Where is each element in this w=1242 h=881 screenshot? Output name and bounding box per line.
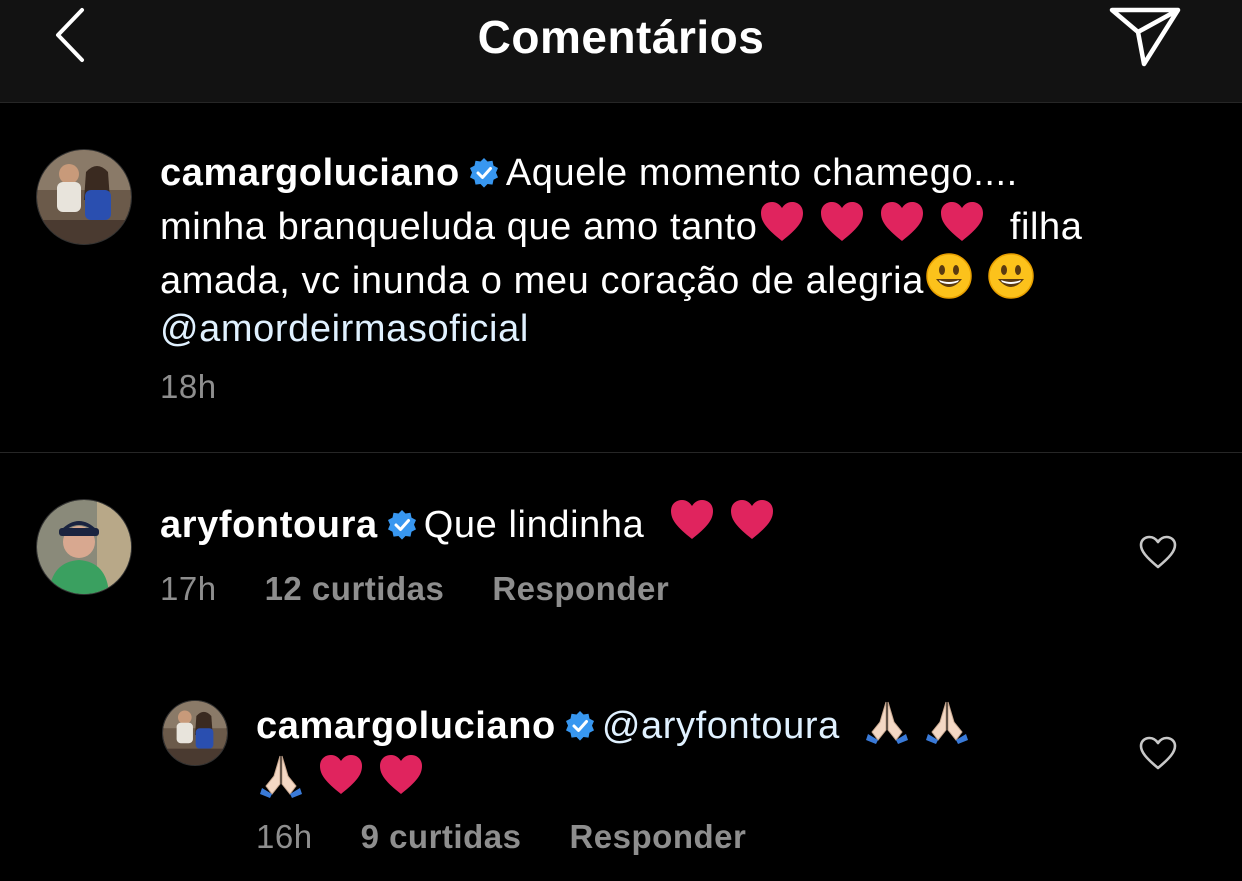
likes-count[interactable]: 9 curtidas — [361, 818, 522, 855]
smiley-icon — [988, 253, 1034, 299]
red-heart-icon — [881, 202, 924, 241]
caption-meta: 18h — [160, 368, 265, 406]
caption-timestamp: 18h — [160, 368, 217, 405]
divider — [0, 452, 1242, 453]
reply-mention[interactable]: @aryfontoura — [602, 705, 840, 747]
share-button[interactable] — [1106, 2, 1182, 70]
heart-outline-icon — [1139, 535, 1177, 569]
heart-outline-icon — [1139, 736, 1177, 770]
page-title: Comentários — [477, 11, 765, 63]
caption-line-2: minha branqueluda que amo tanto — [160, 206, 758, 248]
like-button[interactable] — [1138, 735, 1178, 771]
comment-timestamp: 17h — [160, 570, 217, 607]
comment-meta: 17h 12 curtidas Responder — [160, 570, 717, 608]
reply-meta: 16h 9 curtidas Responder — [256, 818, 794, 856]
red-heart-icon — [670, 500, 713, 539]
folded-hands-icon — [866, 701, 909, 744]
red-heart-icon — [821, 202, 864, 241]
couple-photo-avatar — [37, 150, 131, 244]
reply-timestamp: 16h — [256, 818, 313, 855]
like-button[interactable] — [1138, 534, 1178, 570]
caption-line-3: amada, vc inunda o meu coração de alegri… — [160, 260, 924, 302]
folded-hands-icon — [260, 755, 302, 798]
likes-count[interactable]: 12 curtidas — [265, 570, 445, 607]
red-heart-icon — [941, 202, 984, 241]
reply-text: camargoluciano @aryfontoura — [256, 696, 1056, 804]
avatar[interactable] — [162, 700, 228, 766]
post-caption: camargoluciano Aquele momento chamego....… — [0, 103, 1242, 451]
avatar[interactable] — [36, 149, 132, 245]
header: Comentários — [0, 0, 1242, 103]
comments-screen: Comentários camargoluciano Aquele momento… — [0, 0, 1242, 881]
comment-username[interactable]: aryfontoura — [160, 504, 378, 546]
folded-hands-icon — [926, 701, 969, 744]
caption-line-1: Aquele momento chamego.... — [505, 152, 1018, 194]
couple-photo-avatar — [163, 701, 227, 765]
avatar[interactable] — [36, 499, 132, 595]
paper-plane-icon — [1109, 7, 1181, 67]
caption-mention[interactable]: @amordeirmasoficial — [160, 308, 529, 350]
red-heart-icon — [380, 755, 422, 794]
reply-button[interactable]: Responder — [569, 818, 746, 855]
comment-text: aryfontoura Que lindinha — [160, 495, 777, 549]
caption-line-2-end: filha — [1009, 206, 1083, 248]
red-heart-icon — [761, 202, 804, 241]
verified-badge-icon — [565, 711, 594, 741]
reply-button[interactable]: Responder — [492, 570, 669, 607]
caption-text: camargoluciano Aquele momento chamego....… — [160, 149, 1200, 353]
caption-username[interactable]: camargoluciano — [160, 152, 460, 194]
red-heart-icon — [320, 755, 362, 794]
smiley-icon — [926, 253, 972, 299]
man-photo-avatar — [37, 500, 131, 594]
comment-body: Que lindinha — [423, 504, 645, 546]
reply-username[interactable]: camargoluciano — [256, 705, 556, 747]
verified-badge-icon — [387, 510, 416, 540]
red-heart-icon — [730, 500, 773, 539]
verified-badge-icon — [469, 158, 498, 188]
